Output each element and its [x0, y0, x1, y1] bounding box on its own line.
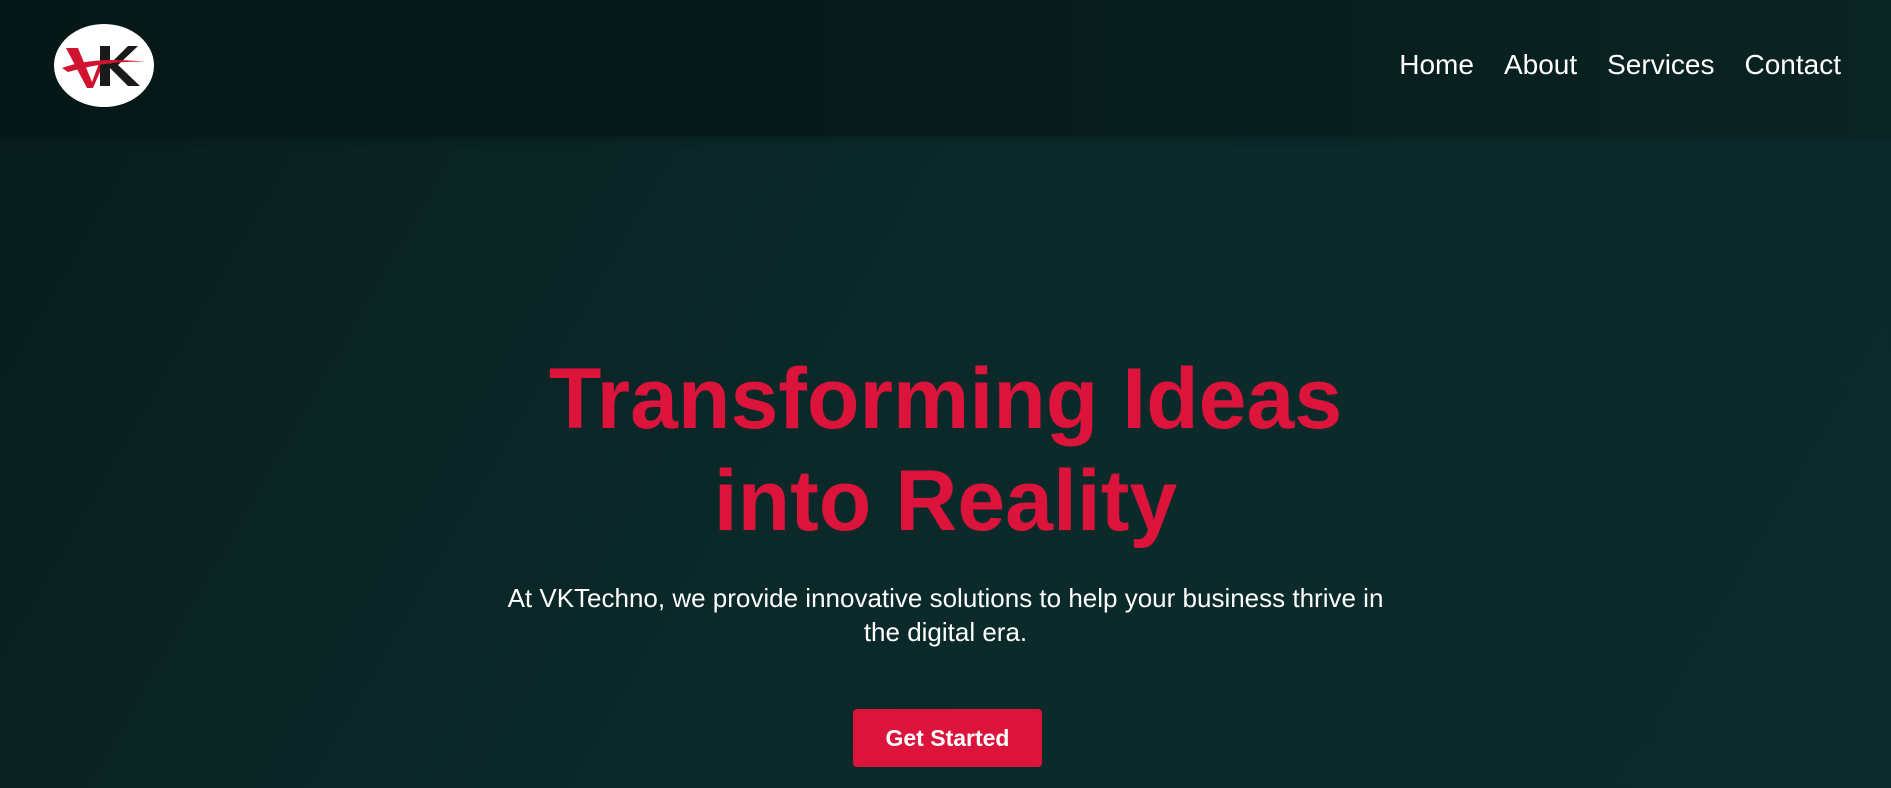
nav-link-home[interactable]: Home	[1399, 49, 1474, 80]
hero-section: Transforming Ideas into Reality At VKTec…	[0, 136, 1891, 788]
nav-link-about[interactable]: About	[1504, 49, 1577, 80]
get-started-button[interactable]: Get Started	[853, 709, 1042, 767]
nav-item-contact: Contact	[1745, 47, 1842, 83]
nav-item-home: Home	[1399, 47, 1474, 83]
nav-item-about: About	[1504, 47, 1577, 83]
hero-subtitle: At VKTechno, we provide innovative solut…	[507, 583, 1384, 647]
nav-link-services[interactable]: Services	[1607, 49, 1714, 80]
nav-link-contact[interactable]: Contact	[1745, 49, 1842, 80]
nav-item-services: Services	[1607, 47, 1714, 83]
hero-title: Transforming Ideas into Reality	[548, 351, 1343, 549]
nav-menu: Home About Services Contact	[1399, 47, 1841, 83]
navbar: Home About Services Contact	[0, 0, 1891, 136]
vk-logo-icon[interactable]	[54, 24, 154, 107]
